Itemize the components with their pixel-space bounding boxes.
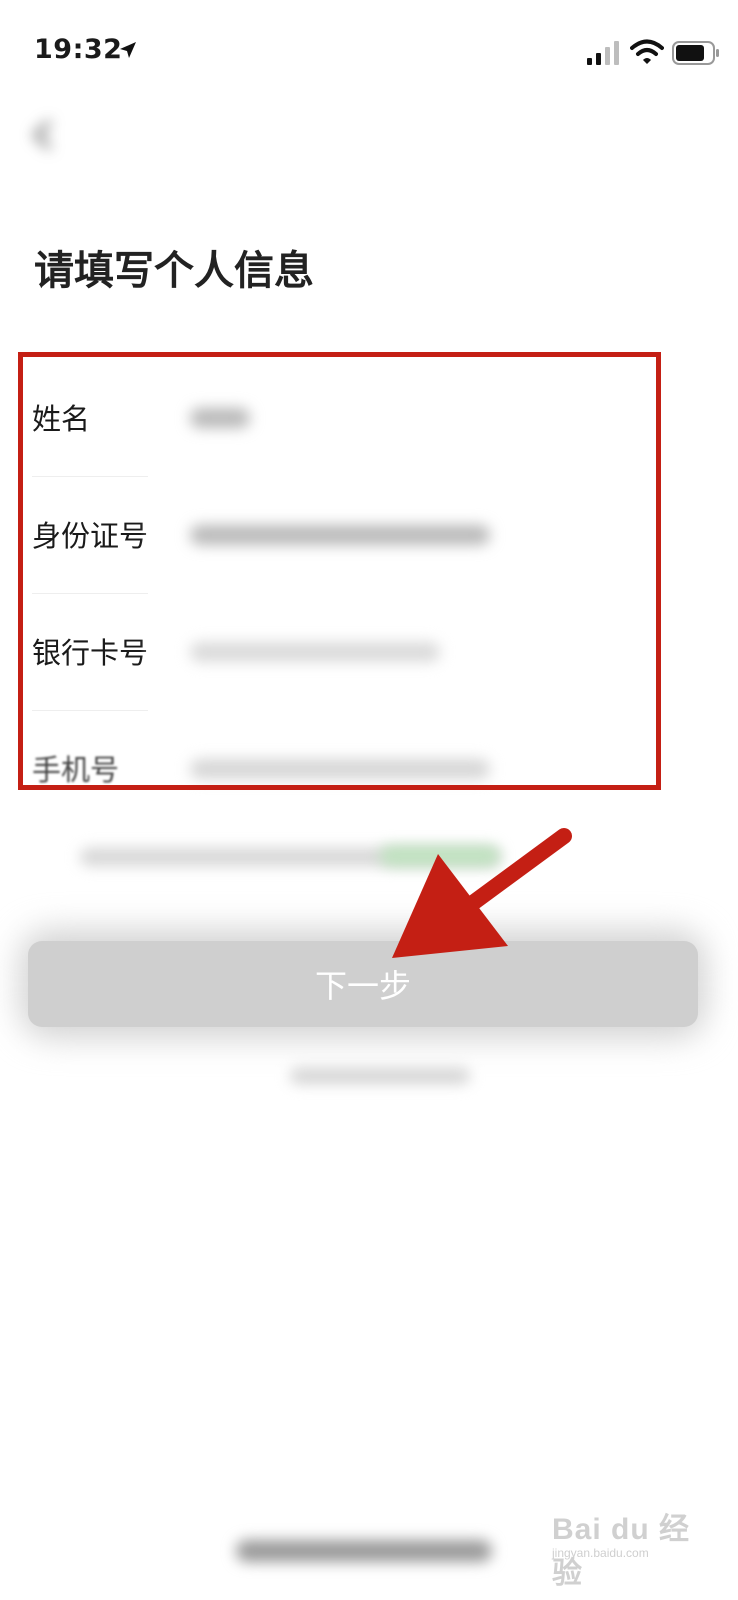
bank-card-row[interactable]: 银行卡号	[0, 594, 738, 711]
battery-icon	[672, 41, 719, 65]
phone-label: 手机号	[32, 753, 120, 787]
phone-field[interactable]	[190, 759, 490, 779]
secondary-text	[290, 1068, 470, 1084]
label-fade	[140, 360, 180, 477]
label-fade	[140, 477, 180, 594]
id-number-row[interactable]: 身份证号	[0, 477, 738, 594]
personal-info-form: 姓名 身份证号 银行卡号 手机号	[0, 360, 738, 828]
page-title: 请填写个人信息	[34, 248, 314, 294]
id-number-field[interactable]	[190, 525, 490, 545]
name-label: 姓名	[32, 402, 91, 436]
watermark-domain: jingyan.baidu.com	[552, 1546, 649, 1560]
location-arrow-icon	[120, 42, 136, 58]
annotation-arrow-icon	[392, 828, 572, 958]
label-fade	[140, 711, 180, 828]
status-bar: 19:32	[0, 0, 738, 100]
bank-card-label: 银行卡号	[32, 636, 149, 670]
status-time: 19:32	[34, 34, 123, 65]
next-step-button[interactable]: 下一步	[28, 941, 698, 1027]
id-number-label: 身份证号	[32, 519, 149, 553]
phone-row[interactable]: 手机号	[0, 711, 738, 828]
name-field[interactable]	[190, 408, 250, 428]
baidu-watermark: Bai du 经验 jingyan.baidu.com	[552, 1502, 692, 1590]
home-indicator	[236, 1540, 492, 1562]
wifi-icon	[630, 39, 664, 64]
label-fade	[140, 594, 180, 711]
name-row[interactable]: 姓名	[0, 360, 738, 477]
back-icon[interactable]	[28, 118, 62, 152]
cellular-signal-icon	[587, 41, 619, 65]
bank-card-field[interactable]	[190, 642, 440, 662]
